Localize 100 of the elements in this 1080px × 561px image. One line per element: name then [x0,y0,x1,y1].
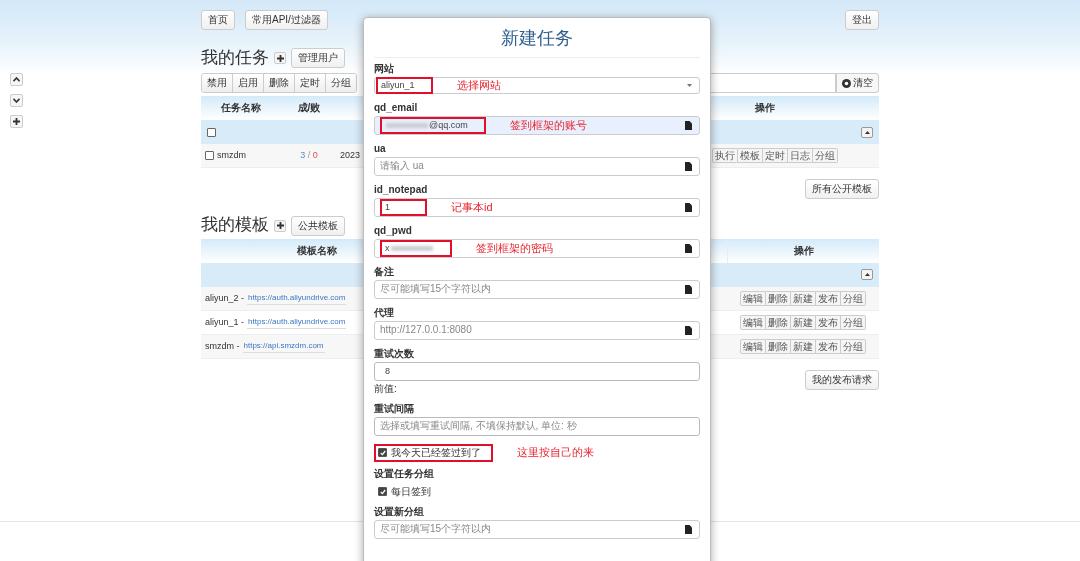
header-button[interactable]: 管理用户 [291,48,345,69]
action-button[interactable]: 发布 [816,314,841,330]
caret-up-icon [864,273,870,277]
file-icon [685,524,692,534]
nav-button[interactable]: 首页 [201,10,235,30]
chevron-down-icon [13,98,20,103]
input-field[interactable]: x 签到框架的密码 [374,238,700,258]
redaction-blur [386,122,428,128]
field-value: @qq.com [429,119,468,131]
checkbox[interactable] [378,487,387,497]
task-name: smzdm [217,150,246,162]
success-fail-count: 3 / 0 [299,150,319,162]
add-template-button[interactable] [274,219,286,232]
action-button[interactable]: 新建 [791,290,816,306]
field-label: id_notepad [374,183,429,196]
action-button[interactable]: 新建 [791,314,816,330]
action-button[interactable]: 模板 [738,148,763,164]
column-header: 操作 [727,238,879,263]
template-name: aliyun_1 - [205,316,245,328]
url-link[interactable]: https://auth.aliyundrive.com [247,316,347,329]
action-button[interactable]: 日志 [788,148,813,164]
template-name: smzdm - [205,340,240,352]
toolbar-button[interactable]: 定时 [295,74,326,93]
plus-icon [13,118,20,125]
add-task-button[interactable] [274,52,286,65]
file-icon [685,120,692,130]
header-button[interactable]: 公共模板 [291,215,345,236]
add-button[interactable] [10,115,23,128]
field-value: x [385,242,390,254]
field-label: 代理 [374,306,395,319]
logout-button[interactable]: 登出 [845,10,879,30]
toolbar-button[interactable]: 禁用 [202,74,233,93]
scroll-down-button[interactable] [10,94,23,107]
section-title: 我的任务 [201,48,269,69]
row-checkbox[interactable] [205,151,214,161]
clear-button[interactable]: 清空 [836,73,879,94]
field-label: 备注 [374,265,395,278]
input-field[interactable]: 尽可能填写15个字符以内 [374,279,700,299]
action-button[interactable]: 删除 [766,314,791,330]
field-label: ua [374,142,387,155]
checkbox-label: 每日签到 [391,485,431,498]
select-field[interactable]: aliyun_1 选择网站 [374,76,700,94]
template-name: aliyun_2 - [205,292,245,304]
action-button[interactable]: 分组 [841,338,866,354]
file-icon [685,161,692,171]
placeholder-text: 尽可能填写15个字符以内 [380,523,492,536]
url-link[interactable]: https://api.smzdm.com [242,340,325,353]
publish-requests-button[interactable]: 我的发布请求 [805,369,879,390]
url-link[interactable]: https://auth.aliyundrive.com [247,292,347,305]
input-field[interactable]: 8 [374,361,700,381]
annotation-note: 记事本id [451,200,493,214]
file-icon [685,202,692,212]
action-button[interactable]: 发布 [816,290,841,306]
file-icon [685,325,692,335]
action-button[interactable]: 分组 [813,148,838,164]
action-button[interactable]: 编辑 [740,314,766,330]
field-label: 设置新分组 [374,505,425,518]
collapse-button[interactable] [861,269,873,281]
collapse-button[interactable] [861,126,873,138]
clear-icon [842,78,851,88]
action-button[interactable]: 新建 [791,338,816,354]
action-button[interactable]: 执行 [712,148,738,164]
field-label: 重试次数 [374,347,415,360]
annotation-note: 这里按自己的来 [517,446,594,460]
field-label: qd_email [374,101,419,114]
action-button[interactable]: 删除 [766,338,791,354]
field-label: qd_pwd [374,224,413,237]
checkbox[interactable] [378,448,387,458]
column-header: 任务名称 [220,101,262,116]
input-field[interactable]: 尽可能填写15个字符以内 [374,519,700,539]
toolbar-button[interactable]: 分组 [326,74,356,93]
action-button[interactable]: 定时 [763,148,788,164]
action-button[interactable]: 编辑 [740,290,766,306]
placeholder-text: 尽可能填写15个字符以内 [380,283,492,296]
input-field[interactable]: http://127.0.0.1:8080 [374,320,700,340]
input-field[interactable]: 请输入 ua [374,156,700,176]
input-field[interactable]: 选择或填写重试间隔, 不填保持默认, 单位: 秒 [374,416,700,436]
toolbar-button[interactable]: 启用 [233,74,264,93]
field-value: aliyun_1 [381,79,415,91]
scroll-up-button[interactable] [10,73,23,86]
action-button[interactable]: 删除 [766,290,791,306]
input-field[interactable]: @qq.com 签到框架的账号 [374,115,700,135]
select-all-checkbox[interactable] [207,127,216,137]
input-field[interactable]: 1 记事本id [374,197,700,217]
field-label: 重试间隔 [374,402,415,415]
annotation-note: 签到框架的账号 [509,118,587,132]
action-button[interactable]: 发布 [816,338,841,354]
toolbar-button[interactable]: 删除 [264,74,295,93]
action-button[interactable]: 分组 [841,290,866,306]
nav-button[interactable]: 常用API/过滤器 [245,10,328,30]
action-button[interactable]: 分组 [841,314,866,330]
file-icon [685,284,692,294]
caret-up-icon [864,130,870,134]
placeholder-text: 请输入 ua [380,160,424,173]
annotation-note: 选择网站 [456,78,501,92]
checkbox-label: 我今天已经签过到了 [391,446,481,459]
public-templates-button[interactable]: 所有公开模板 [805,179,879,200]
help-text: 前值: [374,382,398,395]
action-button[interactable]: 编辑 [740,338,766,354]
column-header: 模板名称 [297,243,337,258]
